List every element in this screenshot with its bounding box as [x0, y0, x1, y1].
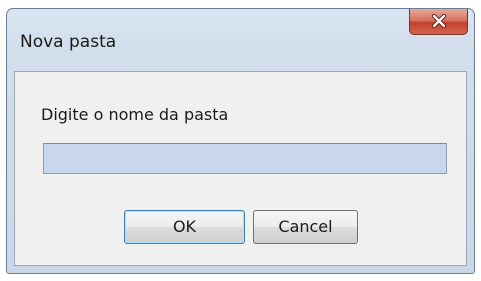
cancel-button[interactable]: Cancel [253, 210, 358, 244]
close-icon [431, 13, 447, 29]
ok-button[interactable]: OK [124, 210, 245, 244]
title-bar[interactable]: Nova pasta [7, 9, 474, 71]
folder-name-input[interactable] [43, 143, 447, 174]
dialog-title: Nova pasta [20, 32, 117, 52]
close-button[interactable] [409, 9, 468, 35]
folder-name-label: Digite o nome da pasta [41, 105, 229, 124]
dialog-body: Digite o nome da pasta OK Cancel [14, 71, 467, 266]
new-folder-dialog: Nova pasta Digite o nome da pasta OK Can… [6, 8, 475, 274]
